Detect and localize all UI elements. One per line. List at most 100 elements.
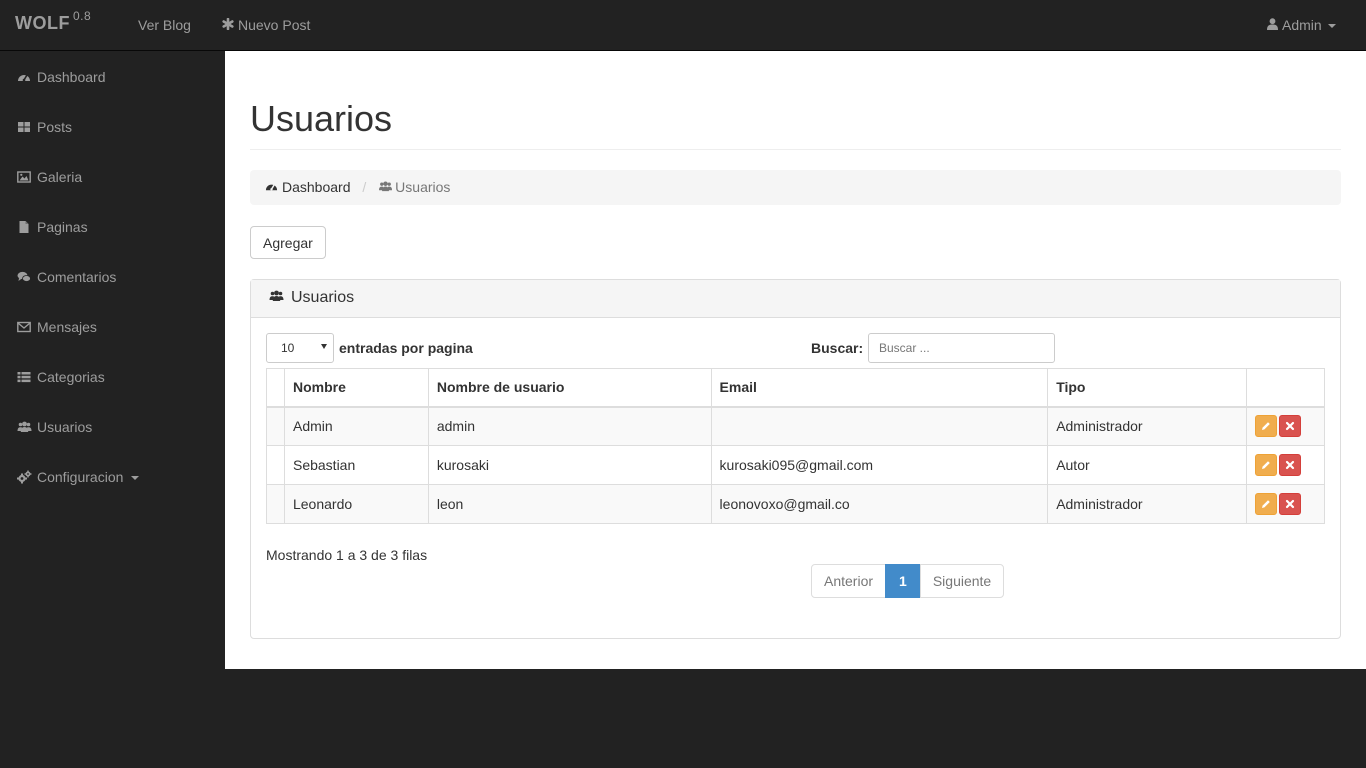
- page-header: Usuarios: [250, 97, 1341, 150]
- comments-icon: [17, 270, 31, 284]
- list-icon: [17, 370, 31, 384]
- cell-nombre: Admin: [283, 406, 429, 446]
- brand-version: 0.8: [72, 9, 92, 23]
- cell-actions: [1245, 445, 1326, 485]
- breadcrumb-separator: /: [362, 179, 367, 195]
- sidebar-item-label: Posts: [37, 119, 73, 135]
- sidebar-item-label: Mensajes: [37, 319, 97, 335]
- sidebar-item-mensajes[interactable]: Mensajes: [0, 301, 225, 351]
- sidebar-item-label: Comentarios: [37, 269, 117, 285]
- users-icon: [378, 180, 393, 193]
- chevron-down-icon: [1327, 24, 1336, 29]
- table-header-row: Nombre Nombre de usuario Email Tipo: [266, 368, 1326, 408]
- sidebar-item-label: Categorias: [37, 369, 105, 385]
- breadcrumb-home[interactable]: Dashboard: [265, 179, 354, 195]
- nav-nuevo-post[interactable]: Nuevo Post: [222, 17, 310, 33]
- panel-heading: Usuarios: [251, 280, 1340, 318]
- close-icon: [1285, 499, 1295, 509]
- breadcrumb-current-label: Usuarios: [395, 179, 451, 195]
- pencil-icon: [1261, 461, 1270, 469]
- sidebar-item-categorias[interactable]: Categorias: [0, 351, 225, 401]
- file-icon: [17, 220, 31, 234]
- asterisk-icon: [222, 17, 234, 33]
- th-large-icon: [17, 120, 31, 134]
- pencil-icon: [1261, 500, 1270, 508]
- column-header-nombre[interactable]: Nombre: [283, 368, 429, 408]
- top-navbar: WOLF 0.8 Ver Blog Nuevo Post Admin: [0, 0, 1366, 51]
- cell-tipo: Autor: [1047, 445, 1247, 485]
- entries-per-page-label: entradas por pagina: [339, 340, 473, 356]
- cell-usuario: kurosaki: [427, 445, 712, 485]
- pencil-icon: [1261, 422, 1270, 431]
- dashboard-icon: [265, 180, 278, 193]
- row-select-cell: [266, 484, 285, 524]
- sidebar-item-galeria[interactable]: Galeria: [0, 151, 225, 201]
- cell-usuario: admin: [427, 406, 712, 446]
- delete-button[interactable]: [1278, 493, 1301, 515]
- delete-button[interactable]: [1278, 454, 1301, 476]
- sidebar-item-label: Paginas: [37, 219, 88, 235]
- table-row: Admin admin Administrador: [266, 406, 1326, 446]
- sidebar-item-posts[interactable]: Posts: [0, 101, 225, 151]
- users-panel: Usuarios 10 entradas por pagina Buscar: …: [250, 279, 1341, 639]
- column-header-tipo[interactable]: Tipo: [1047, 368, 1247, 408]
- users-icon: [268, 289, 285, 303]
- sidebar-item-usuarios[interactable]: Usuarios: [0, 401, 225, 451]
- chevron-down-icon: [131, 476, 140, 481]
- pagination-page-current[interactable]: 1: [885, 564, 921, 598]
- sidebar-item-label: Configuracion: [37, 469, 124, 485]
- edit-button[interactable]: [1254, 493, 1277, 515]
- sidebar-item-paginas[interactable]: Paginas: [0, 201, 225, 251]
- sidebar-item-comentarios[interactable]: Comentarios: [0, 251, 225, 301]
- entries-per-page-select[interactable]: 10: [266, 333, 334, 363]
- table-row: Leonardo leon leonovoxo@gmail.co Adminis…: [266, 484, 1326, 524]
- cell-usuario: leon: [427, 484, 712, 524]
- edit-button[interactable]: [1254, 454, 1277, 476]
- nav-ver-blog-label[interactable]: Ver Blog: [138, 17, 191, 33]
- cell-actions: [1245, 406, 1326, 446]
- users-table: Nombre Nombre de usuario Email Tipo Admi…: [266, 368, 1326, 524]
- users-icon: [17, 420, 32, 434]
- brand-name[interactable]: WOLF: [15, 13, 70, 33]
- breadcrumb-home-label[interactable]: Dashboard: [282, 179, 351, 195]
- sidebar-item-label: Usuarios: [37, 419, 93, 435]
- cell-email: [710, 406, 1049, 446]
- cogs-icon: [17, 470, 32, 484]
- add-user-button[interactable]: Agregar: [250, 226, 326, 259]
- nav-nuevo-post-label[interactable]: Nuevo Post: [238, 17, 310, 33]
- dashboard-icon: [17, 70, 31, 84]
- sidebar-item-dashboard[interactable]: Dashboard: [0, 51, 225, 101]
- user-menu-label[interactable]: Admin: [1282, 17, 1322, 33]
- user-menu[interactable]: Admin: [1267, 17, 1336, 33]
- column-header-usuario[interactable]: Nombre de usuario: [427, 368, 712, 408]
- cell-tipo: Administrador: [1047, 406, 1247, 446]
- entries-per-page-value[interactable]: 10: [281, 341, 294, 355]
- user-icon: [1267, 17, 1278, 33]
- close-icon: [1285, 460, 1295, 470]
- search-input[interactable]: [868, 333, 1055, 363]
- edit-button[interactable]: [1254, 415, 1277, 438]
- breadcrumb: Dashboard / Usuarios: [250, 170, 1341, 205]
- envelope-icon: [17, 320, 31, 334]
- picture-icon: [17, 170, 31, 184]
- column-header-select: [266, 368, 285, 408]
- main-content: Usuarios Dashboard / Usuarios Agregar Us…: [225, 51, 1366, 669]
- pagination-previous[interactable]: Anterior: [811, 564, 887, 598]
- cell-email: leonovoxo@gmail.co: [710, 484, 1049, 524]
- column-header-email[interactable]: Email: [710, 368, 1049, 408]
- cell-email: kurosaki095@gmail.com: [710, 445, 1049, 485]
- chevron-down-icon: [321, 344, 327, 349]
- close-icon: [1285, 422, 1295, 431]
- cell-nombre: Sebastian: [283, 445, 429, 485]
- delete-button[interactable]: [1278, 415, 1301, 438]
- sidebar-item-label: Dashboard: [37, 69, 106, 85]
- breadcrumb-current: Usuarios: [374, 179, 450, 195]
- pagination-next[interactable]: Siguiente: [919, 564, 1005, 598]
- brand-logo[interactable]: WOLF 0.8: [15, 9, 91, 34]
- search-label: Buscar:: [811, 340, 864, 356]
- sidebar-item-configuracion[interactable]: Configuracion: [0, 451, 225, 501]
- column-header-actions: [1245, 368, 1326, 408]
- page-title: Usuarios: [250, 98, 393, 139]
- cell-tipo: Administrador: [1047, 484, 1247, 524]
- nav-ver-blog[interactable]: Ver Blog: [138, 17, 191, 33]
